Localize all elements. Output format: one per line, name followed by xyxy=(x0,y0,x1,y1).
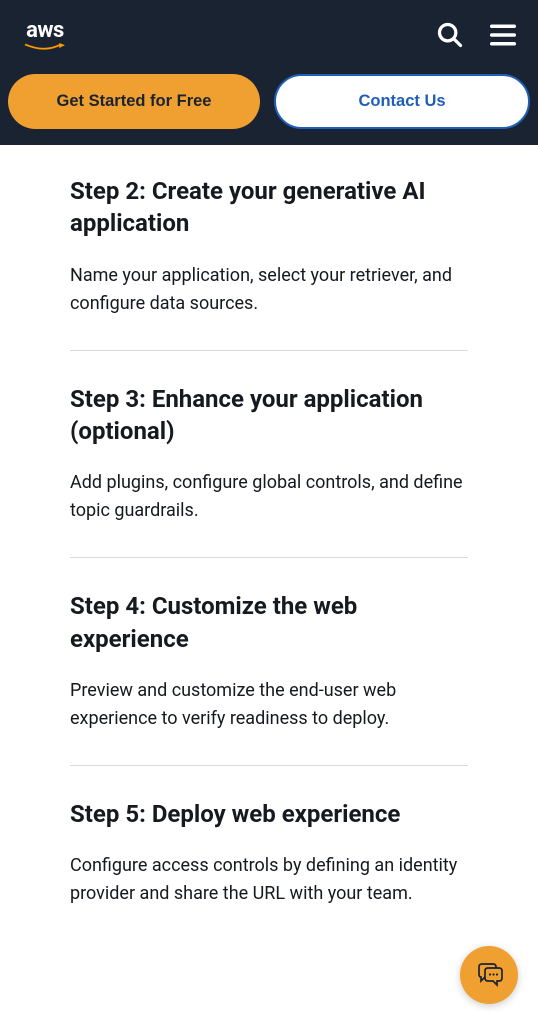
get-started-button[interactable]: Get Started for Free xyxy=(8,74,260,129)
step-3: Step 3: Enhance your application (option… xyxy=(70,383,468,559)
step-title: Step 3: Enhance your application (option… xyxy=(70,383,468,448)
step-description: Preview and customize the end-user web e… xyxy=(70,677,468,733)
chat-button[interactable] xyxy=(460,946,518,1004)
main-content: Step 2: Create your generative AI applic… xyxy=(0,145,538,940)
menu-button[interactable] xyxy=(488,20,518,50)
header-actions xyxy=(436,20,518,50)
step-2: Step 2: Create your generative AI applic… xyxy=(70,175,468,351)
step-title: Step 5: Deploy web experience xyxy=(70,798,468,830)
contact-us-button[interactable]: Contact Us xyxy=(274,74,530,129)
logo-text: aws xyxy=(26,18,64,43)
cta-bar: Get Started for Free Contact Us xyxy=(0,70,538,145)
step-title: Step 2: Create your generative AI applic… xyxy=(70,175,468,240)
chat-icon xyxy=(473,959,505,991)
step-description: Configure access controls by defining an… xyxy=(70,852,468,908)
logo-swoosh-icon xyxy=(20,43,70,53)
header-bar: aws xyxy=(0,0,538,70)
step-title: Step 4: Customize the web experience xyxy=(70,590,468,655)
search-button[interactable] xyxy=(436,21,464,49)
step-5: Step 5: Deploy web experience Configure … xyxy=(70,798,468,940)
hamburger-icon xyxy=(488,20,518,50)
search-icon xyxy=(436,21,464,49)
aws-logo[interactable]: aws xyxy=(20,18,70,53)
step-description: Add plugins, configure global controls, … xyxy=(70,469,468,525)
step-4: Step 4: Customize the web experience Pre… xyxy=(70,590,468,766)
step-description: Name your application, select your retri… xyxy=(70,262,468,318)
